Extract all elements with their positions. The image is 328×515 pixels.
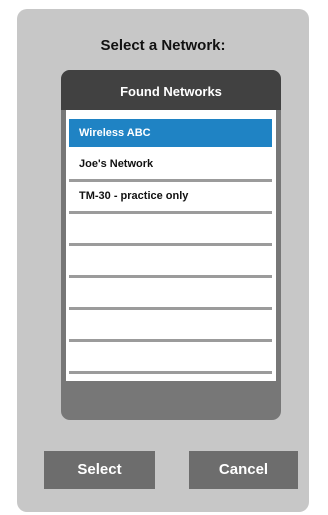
network-list[interactable]: Wireless ABC Joe's Network TM-30 - pract…: [66, 110, 276, 381]
network-dialog: Select a Network: Found Networks Wireles…: [17, 9, 309, 512]
network-row-wireless-abc[interactable]: Wireless ABC: [69, 119, 272, 147]
cancel-button[interactable]: Cancel: [189, 451, 298, 489]
panel-header: Found Networks: [61, 70, 281, 110]
network-row-tm-30[interactable]: TM-30 - practice only: [69, 182, 272, 214]
networks-panel: Found Networks Wireless ABC Joe's Networ…: [61, 70, 281, 420]
network-row-empty-2[interactable]: [69, 246, 272, 278]
select-button[interactable]: Select: [44, 451, 155, 489]
network-row-empty-4[interactable]: [69, 310, 272, 342]
network-row-empty-1[interactable]: [69, 214, 272, 246]
dialog-title: Select a Network:: [100, 37, 226, 54]
network-row-joes-network[interactable]: Joe's Network: [69, 150, 272, 182]
network-row-empty-5[interactable]: [69, 342, 272, 374]
network-row-empty-3[interactable]: [69, 278, 272, 310]
